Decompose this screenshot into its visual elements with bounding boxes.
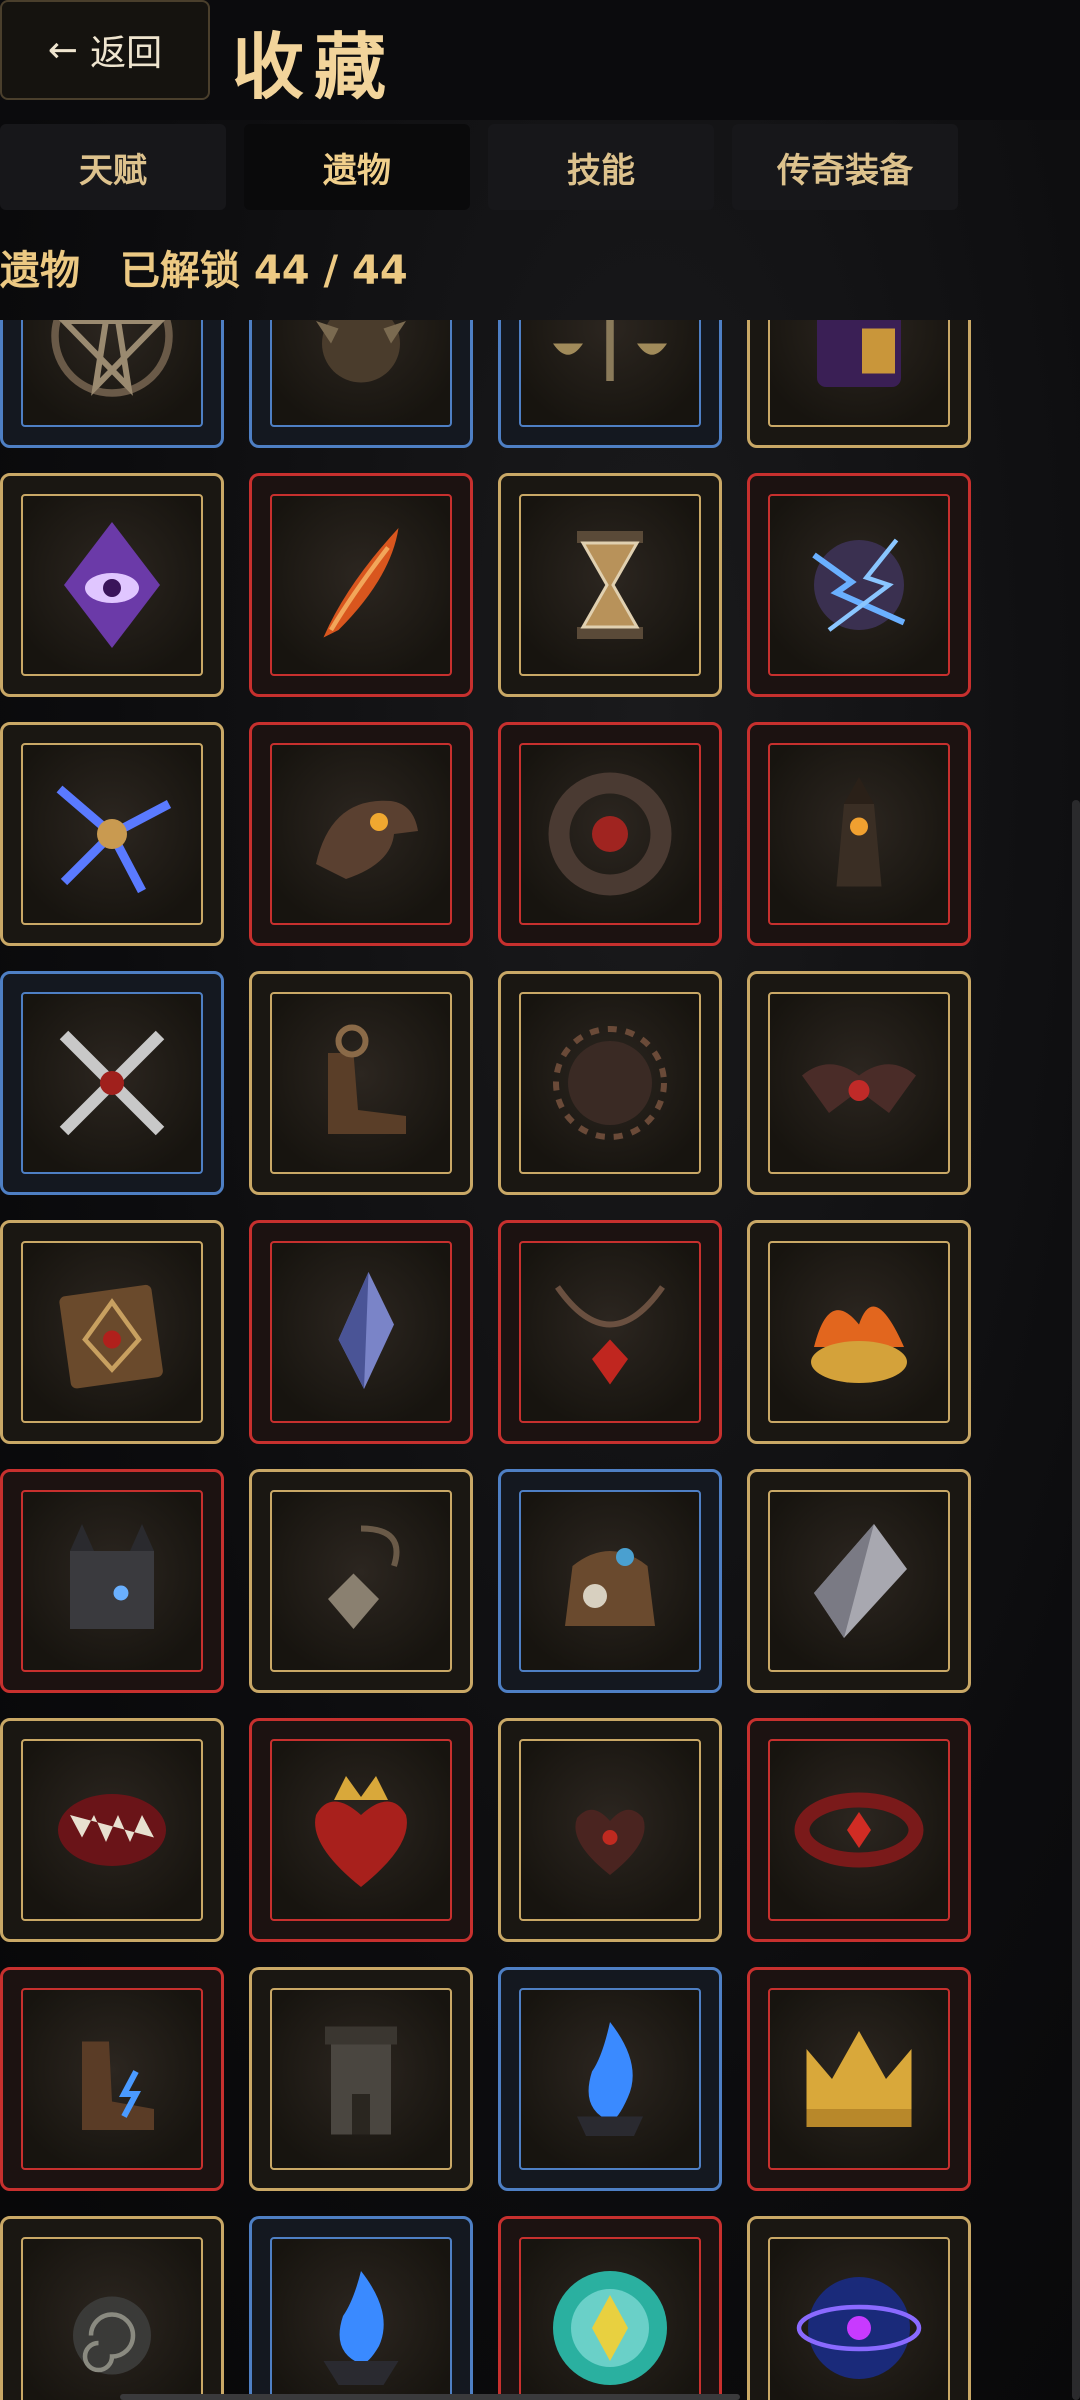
relic-card[interactable] bbox=[498, 1967, 722, 2191]
relic-card[interactable] bbox=[0, 1718, 224, 1942]
relic-card[interactable] bbox=[498, 722, 722, 946]
back-button-label: 返回 bbox=[90, 33, 163, 74]
spiked-pendant-icon bbox=[270, 1490, 452, 1672]
horizontal-scrollbar[interactable] bbox=[120, 2394, 740, 2400]
header-bar: ← 返回 收藏 bbox=[0, 0, 1080, 120]
purple-eye-crystal-icon bbox=[21, 494, 203, 676]
blood-ring-icon bbox=[768, 1739, 950, 1921]
relic-card[interactable] bbox=[747, 1469, 971, 1693]
spiked-shield-icon bbox=[519, 992, 701, 1174]
lightning-boot-icon bbox=[21, 1988, 203, 2170]
relic-card[interactable] bbox=[747, 320, 971, 448]
back-button[interactable]: ← 返回 bbox=[0, 0, 210, 100]
eagle-head-icon bbox=[270, 743, 452, 925]
relic-card[interactable] bbox=[747, 1220, 971, 1444]
relic-card[interactable] bbox=[498, 1718, 722, 1942]
relic-card[interactable] bbox=[0, 722, 224, 946]
fire-feather-icon bbox=[270, 494, 452, 676]
back-arrow-icon: ← bbox=[47, 29, 79, 71]
collection-tabs: 天赋 遗物 技能 传奇装备 bbox=[0, 124, 958, 210]
relic-card[interactable] bbox=[498, 1469, 722, 1693]
relic-card[interactable] bbox=[498, 2216, 722, 2400]
ember-ring-icon bbox=[519, 743, 701, 925]
relic-grid-viewport[interactable] bbox=[0, 320, 1080, 2400]
status-category: 遗物 bbox=[0, 248, 80, 294]
relic-card[interactable] bbox=[0, 473, 224, 697]
relic-card[interactable] bbox=[249, 473, 473, 697]
relic-card[interactable] bbox=[249, 2216, 473, 2400]
relic-card[interactable] bbox=[249, 1469, 473, 1693]
spiked-orb-icon bbox=[270, 320, 452, 427]
relic-card[interactable] bbox=[498, 971, 722, 1195]
fanged-mouth-icon bbox=[21, 1739, 203, 1921]
silver-shard-icon bbox=[768, 1490, 950, 1672]
arcane-sphere-icon bbox=[768, 2237, 950, 2400]
relic-card[interactable] bbox=[249, 722, 473, 946]
crowned-heart-icon bbox=[270, 1739, 452, 1921]
chained-hourglass-icon bbox=[519, 494, 701, 676]
relic-card[interactable] bbox=[747, 1718, 971, 1942]
bat-amulet-icon bbox=[768, 992, 950, 1174]
relic-card[interactable] bbox=[747, 473, 971, 697]
relic-card[interactable] bbox=[498, 473, 722, 697]
spiral-amulet-icon bbox=[21, 2237, 203, 2400]
relic-card[interactable] bbox=[747, 722, 971, 946]
burning-gold-icon bbox=[768, 1241, 950, 1423]
vertical-scrollbar[interactable] bbox=[1072, 800, 1080, 2400]
winged-boot-icon bbox=[270, 992, 452, 1174]
relic-card[interactable] bbox=[498, 320, 722, 448]
relic-card[interactable] bbox=[249, 971, 473, 1195]
relic-card[interactable] bbox=[249, 1718, 473, 1942]
page-title: 收藏 bbox=[232, 25, 397, 109]
lightning-shuriken-icon bbox=[21, 743, 203, 925]
stone-tower-icon bbox=[270, 1988, 452, 2170]
relic-grid bbox=[0, 320, 974, 2400]
crossed-swords-icon bbox=[21, 992, 203, 1174]
blue-flame-icon bbox=[519, 1988, 701, 2170]
blue-flame-brazier-icon bbox=[270, 2237, 452, 2400]
tab-talents[interactable]: 天赋 bbox=[0, 124, 226, 210]
tab-legendary-gear[interactable]: 传奇装备 bbox=[732, 124, 958, 210]
lightning-orb-icon bbox=[768, 494, 950, 676]
relic-card[interactable] bbox=[0, 2216, 224, 2400]
relic-card[interactable] bbox=[0, 1469, 224, 1693]
relic-card[interactable] bbox=[498, 1220, 722, 1444]
lantern-tower-icon bbox=[768, 743, 950, 925]
tab-relics[interactable]: 遗物 bbox=[244, 124, 470, 210]
golden-gem-medallion-icon bbox=[519, 2237, 701, 2400]
pentagram-icon bbox=[21, 320, 203, 427]
relic-card[interactable] bbox=[747, 2216, 971, 2400]
relic-card[interactable] bbox=[249, 320, 473, 448]
relic-card[interactable] bbox=[747, 1967, 971, 2191]
thorned-heart-icon bbox=[519, 1739, 701, 1921]
ruby-necklace-icon bbox=[519, 1241, 701, 1423]
relic-card[interactable] bbox=[0, 1967, 224, 2191]
tab-skills[interactable]: 技能 bbox=[488, 124, 714, 210]
relic-card[interactable] bbox=[0, 1220, 224, 1444]
unlock-status: 遗物 已解锁 44 / 44 bbox=[0, 238, 408, 296]
relic-card[interactable] bbox=[0, 971, 224, 1195]
blue-crystal-icon bbox=[270, 1241, 452, 1423]
relic-card[interactable] bbox=[0, 320, 224, 448]
scales-icon bbox=[519, 320, 701, 427]
unlock-count: 已解锁 44 / 44 bbox=[120, 248, 408, 294]
treasure-sack-icon bbox=[519, 1490, 701, 1672]
relic-card[interactable] bbox=[249, 1220, 473, 1444]
rune-tablet-icon bbox=[21, 1241, 203, 1423]
dark-fortress-icon bbox=[21, 1490, 203, 1672]
relic-card[interactable] bbox=[747, 971, 971, 1195]
relic-card[interactable] bbox=[249, 1967, 473, 2191]
golden-crown-icon bbox=[768, 1988, 950, 2170]
purple-tome-icon bbox=[768, 320, 950, 427]
